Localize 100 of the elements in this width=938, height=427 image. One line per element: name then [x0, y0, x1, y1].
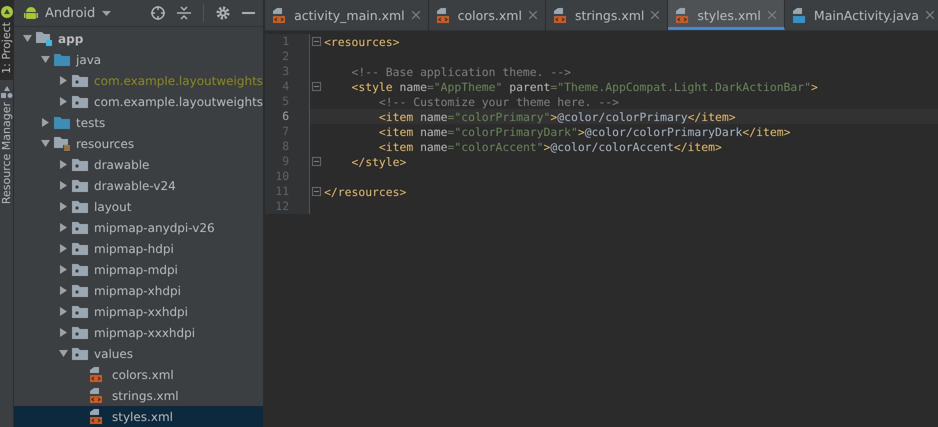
tree-item[interactable]: mipmap-xxxhdpi — [14, 322, 264, 343]
tree-item-label: mipmap-xhdpi — [94, 284, 181, 298]
collapse-all-icon[interactable] — [177, 6, 192, 20]
locate-icon[interactable] — [151, 6, 166, 20]
tree-item-label: java — [76, 52, 102, 66]
tree-item[interactable]: mipmap-xxhdpi — [14, 301, 264, 322]
tree-item[interactable]: resources — [14, 133, 264, 154]
folder-icon — [72, 200, 88, 212]
fold-marker-icon[interactable] — [312, 82, 322, 91]
tree-item-label: com.example.layoutweights — [94, 74, 264, 88]
tree-item[interactable]: mipmap-mdpi — [14, 259, 264, 280]
android-icon — [24, 6, 38, 20]
xml-file-icon — [554, 8, 568, 22]
attribute-value: ="colorPrimary" — [448, 110, 550, 124]
tree-item-label: drawable — [94, 158, 150, 172]
folder-icon — [72, 74, 88, 86]
tree-item[interactable]: tests — [14, 112, 264, 133]
attribute-name: name — [420, 140, 448, 154]
code-tag: <item — [324, 140, 420, 154]
editor-tab[interactable]: colors.xml — [428, 0, 546, 30]
attribute-name: name — [400, 80, 427, 94]
code-tag: > — [544, 140, 550, 154]
code-tag: <resources> — [324, 34, 400, 48]
tree-item[interactable]: drawable — [14, 154, 264, 175]
settings-icon[interactable] — [216, 6, 230, 20]
tree-item-label: mipmap-hdpi — [94, 242, 174, 256]
tree-item-label: strings.xml — [112, 388, 179, 402]
code-tag: > — [811, 80, 818, 94]
tool-window-tab[interactable]: 1: Project — [0, 0, 13, 80]
code-tag: <style — [324, 80, 400, 94]
resource-folder-icon — [54, 136, 70, 151]
tree-item-label: mipmap-mdpi — [94, 262, 178, 276]
tree-item-label: mipmap-anydpi-v26 — [94, 220, 215, 234]
code-comment: <!-- Customize your theme here. --> — [378, 94, 619, 108]
code-text: @color/colorPrimary — [557, 110, 688, 124]
tree-item[interactable]: values — [14, 343, 264, 364]
tree-item[interactable]: com.example.layoutweights — [14, 70, 264, 91]
tree-item[interactable]: colors.xml — [14, 364, 264, 385]
code-tag: <item — [324, 110, 420, 124]
tree-item[interactable]: mipmap-xhdpi — [14, 280, 264, 301]
close-icon[interactable] — [926, 11, 934, 19]
folder-icon — [72, 222, 88, 234]
tree-item-label: layout — [94, 200, 132, 214]
folder-icon — [54, 54, 70, 66]
xml-file-icon — [90, 409, 104, 424]
module-folder-icon — [36, 31, 52, 46]
fold-marker-icon[interactable] — [312, 157, 322, 166]
tree-item[interactable]: styles.xml — [14, 406, 264, 427]
close-icon[interactable] — [528, 11, 537, 19]
dropdown-caret-icon — [102, 10, 112, 16]
folder-icon — [72, 284, 88, 296]
editor-tab[interactable]: styles.xml — [668, 0, 785, 30]
tree-item-label: mipmap-xxxhdpi — [94, 326, 196, 340]
tool-window-tab[interactable]: Resource Manager — [0, 80, 13, 210]
code-tag: </item> — [688, 110, 736, 124]
xml-file-icon — [273, 8, 288, 22]
code-tag: <item — [324, 124, 420, 138]
fold-marker-icon[interactable] — [312, 187, 322, 196]
tree-item-label: app — [58, 32, 84, 46]
xml-file-icon — [436, 8, 451, 22]
attribute-value: ="Theme.AppCompat.Light.DarkActionBar" — [550, 80, 811, 94]
folder-icon — [72, 180, 88, 192]
java-file-icon — [792, 8, 807, 22]
code-tag: > — [578, 124, 585, 138]
attribute-name: name — [420, 110, 448, 124]
tree-item[interactable]: com.example.layoutweights — [14, 91, 264, 112]
tree-item-label: styles.xml — [112, 410, 173, 424]
folder-icon — [72, 306, 88, 318]
tree-item[interactable]: strings.xml — [14, 385, 264, 406]
tree-item-label: values — [94, 346, 134, 360]
folder-icon — [72, 326, 88, 338]
tree-item[interactable]: mipmap-anydpi-v26 — [14, 217, 264, 238]
attribute-value: ="colorAccent" — [448, 140, 544, 154]
fold-marker-icon[interactable] — [312, 37, 322, 46]
close-icon[interactable] — [651, 11, 660, 19]
tree-item-label: resources — [76, 136, 134, 150]
tree-item[interactable]: java — [14, 49, 264, 70]
tree-item[interactable]: layout — [14, 196, 264, 217]
editor-tab[interactable]: activity_main.xml — [265, 0, 429, 30]
code-tag: </style> — [324, 154, 406, 168]
xml-file-icon — [90, 367, 104, 382]
code-text: @color/colorPrimaryDark — [584, 124, 742, 138]
tree-item-label: colors.xml — [112, 368, 174, 382]
tree-item[interactable]: drawable-v24 — [14, 175, 264, 196]
close-icon[interactable] — [412, 11, 420, 19]
code-tag: > — [550, 110, 558, 124]
tree-item-label: com.example.layoutweights — [94, 94, 264, 108]
view-dropdown[interactable]: Android — [24, 6, 112, 20]
shapes-icon — [0, 86, 12, 98]
tree-item[interactable]: app — [14, 28, 264, 49]
tree-item[interactable]: mipmap-hdpi — [14, 238, 264, 259]
folder-icon — [72, 158, 88, 170]
xml-file-icon — [90, 388, 104, 403]
code-comment: <!-- Base application theme. --> — [350, 64, 571, 78]
tree-item-label: drawable-v24 — [94, 178, 176, 192]
xml-file-icon — [676, 8, 690, 22]
folder-icon — [72, 96, 88, 108]
tree-item-label: mipmap-xxhdpi — [94, 304, 188, 318]
editor-tab[interactable]: MainActivity.java — [784, 0, 938, 30]
attribute-value: ="colorPrimaryDark" — [448, 124, 578, 138]
